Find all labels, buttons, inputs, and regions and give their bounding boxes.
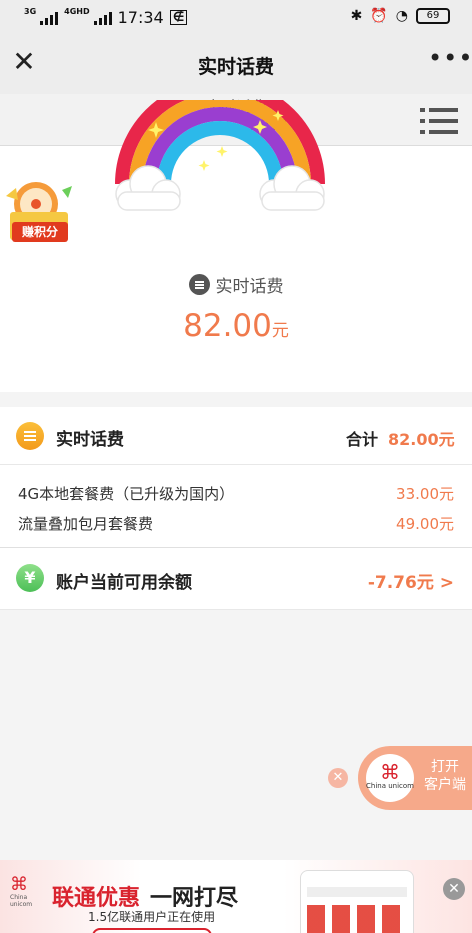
notification-icon: ∉ (169, 10, 188, 25)
detail-title: 实时话费 (56, 430, 124, 450)
open-app-button[interactable]: ⌘ China unicom 打开 客户端 (358, 746, 472, 810)
list-item: 4G本地套餐费（已升级为国内） 33.00元 (0, 478, 472, 508)
battery-icon: 69 (416, 8, 450, 24)
item-name: 4G本地套餐费（已升级为国内） (18, 485, 235, 503)
nav-bar: ✕ 实时话费 ••• (0, 36, 472, 94)
banner-subtitle: 1.5亿联通用户正在使用 (88, 910, 216, 924)
signal-icon (40, 11, 59, 25)
summary-unit: 元 (271, 321, 289, 341)
alarm-icon: ⏰ (370, 8, 388, 24)
bluetooth-icon: ✱ (350, 8, 363, 24)
network-label-3g: 3G (24, 7, 37, 16)
summary-amount: 82.00 (183, 308, 272, 344)
unicom-logo-icon: ⌘ China unicom (366, 754, 414, 802)
wifi-icon: ◔ (395, 8, 408, 24)
status-bar: 3G 4GHD 17:34 ∉ ✱ ⏰ ◔ 69 (0, 0, 472, 36)
detail-card: 实时话费 合计 82.00元 4G本地套餐费（已升级为国内） 33.00元 流量… (0, 407, 472, 610)
unicom-logo-icon: ⌘ China unicom (10, 874, 33, 909)
divider (0, 547, 472, 548)
item-amount: 33.00元 (396, 485, 454, 503)
earn-points-button[interactable]: 赚积分 (12, 222, 68, 242)
list-item: 流量叠加包月套餐费 49.00元 (0, 508, 472, 538)
divider (0, 609, 472, 610)
balance-label[interactable]: 账户当前可用余额 (56, 568, 192, 593)
page-title: 实时话费 (197, 56, 274, 78)
close-float-icon[interactable]: ✕ (328, 768, 348, 788)
summary-label: 实时话费 (215, 277, 284, 297)
menu-icon[interactable] (420, 108, 458, 134)
list-icon (188, 274, 210, 295)
item-amount: 49.00元 (396, 515, 454, 533)
network-label-4g: 4GHD (64, 7, 90, 16)
banner-button[interactable] (92, 928, 212, 933)
phone-preview-image (300, 870, 414, 933)
clock: 17:34 (117, 8, 164, 27)
yen-icon: ¥ (16, 564, 44, 592)
total-label: 合计 (346, 430, 379, 449)
open-app-label: 打开 客户端 (424, 759, 466, 793)
detail-header-row: 实时话费 合计 82.00元 (0, 407, 472, 465)
balance-link[interactable]: -7.76元 > (368, 568, 454, 593)
close-banner-icon[interactable]: ✕ (443, 878, 465, 900)
rainbow-decoration (115, 100, 325, 211)
summary-amount-row: 82.00元 (0, 308, 472, 344)
more-icon[interactable]: ••• (428, 46, 472, 76)
bill-list-icon (16, 422, 44, 450)
signal-icon-2 (93, 11, 112, 25)
promo-banner[interactable]: ⌘ China unicom 联通优惠 一网打尽 1.5亿联通用户正在使用 ✕ (0, 860, 472, 933)
item-name: 流量叠加包月套餐费 (18, 515, 154, 533)
summary-label-row: 实时话费 (0, 272, 472, 297)
total-value: 82.00元 (388, 430, 455, 449)
